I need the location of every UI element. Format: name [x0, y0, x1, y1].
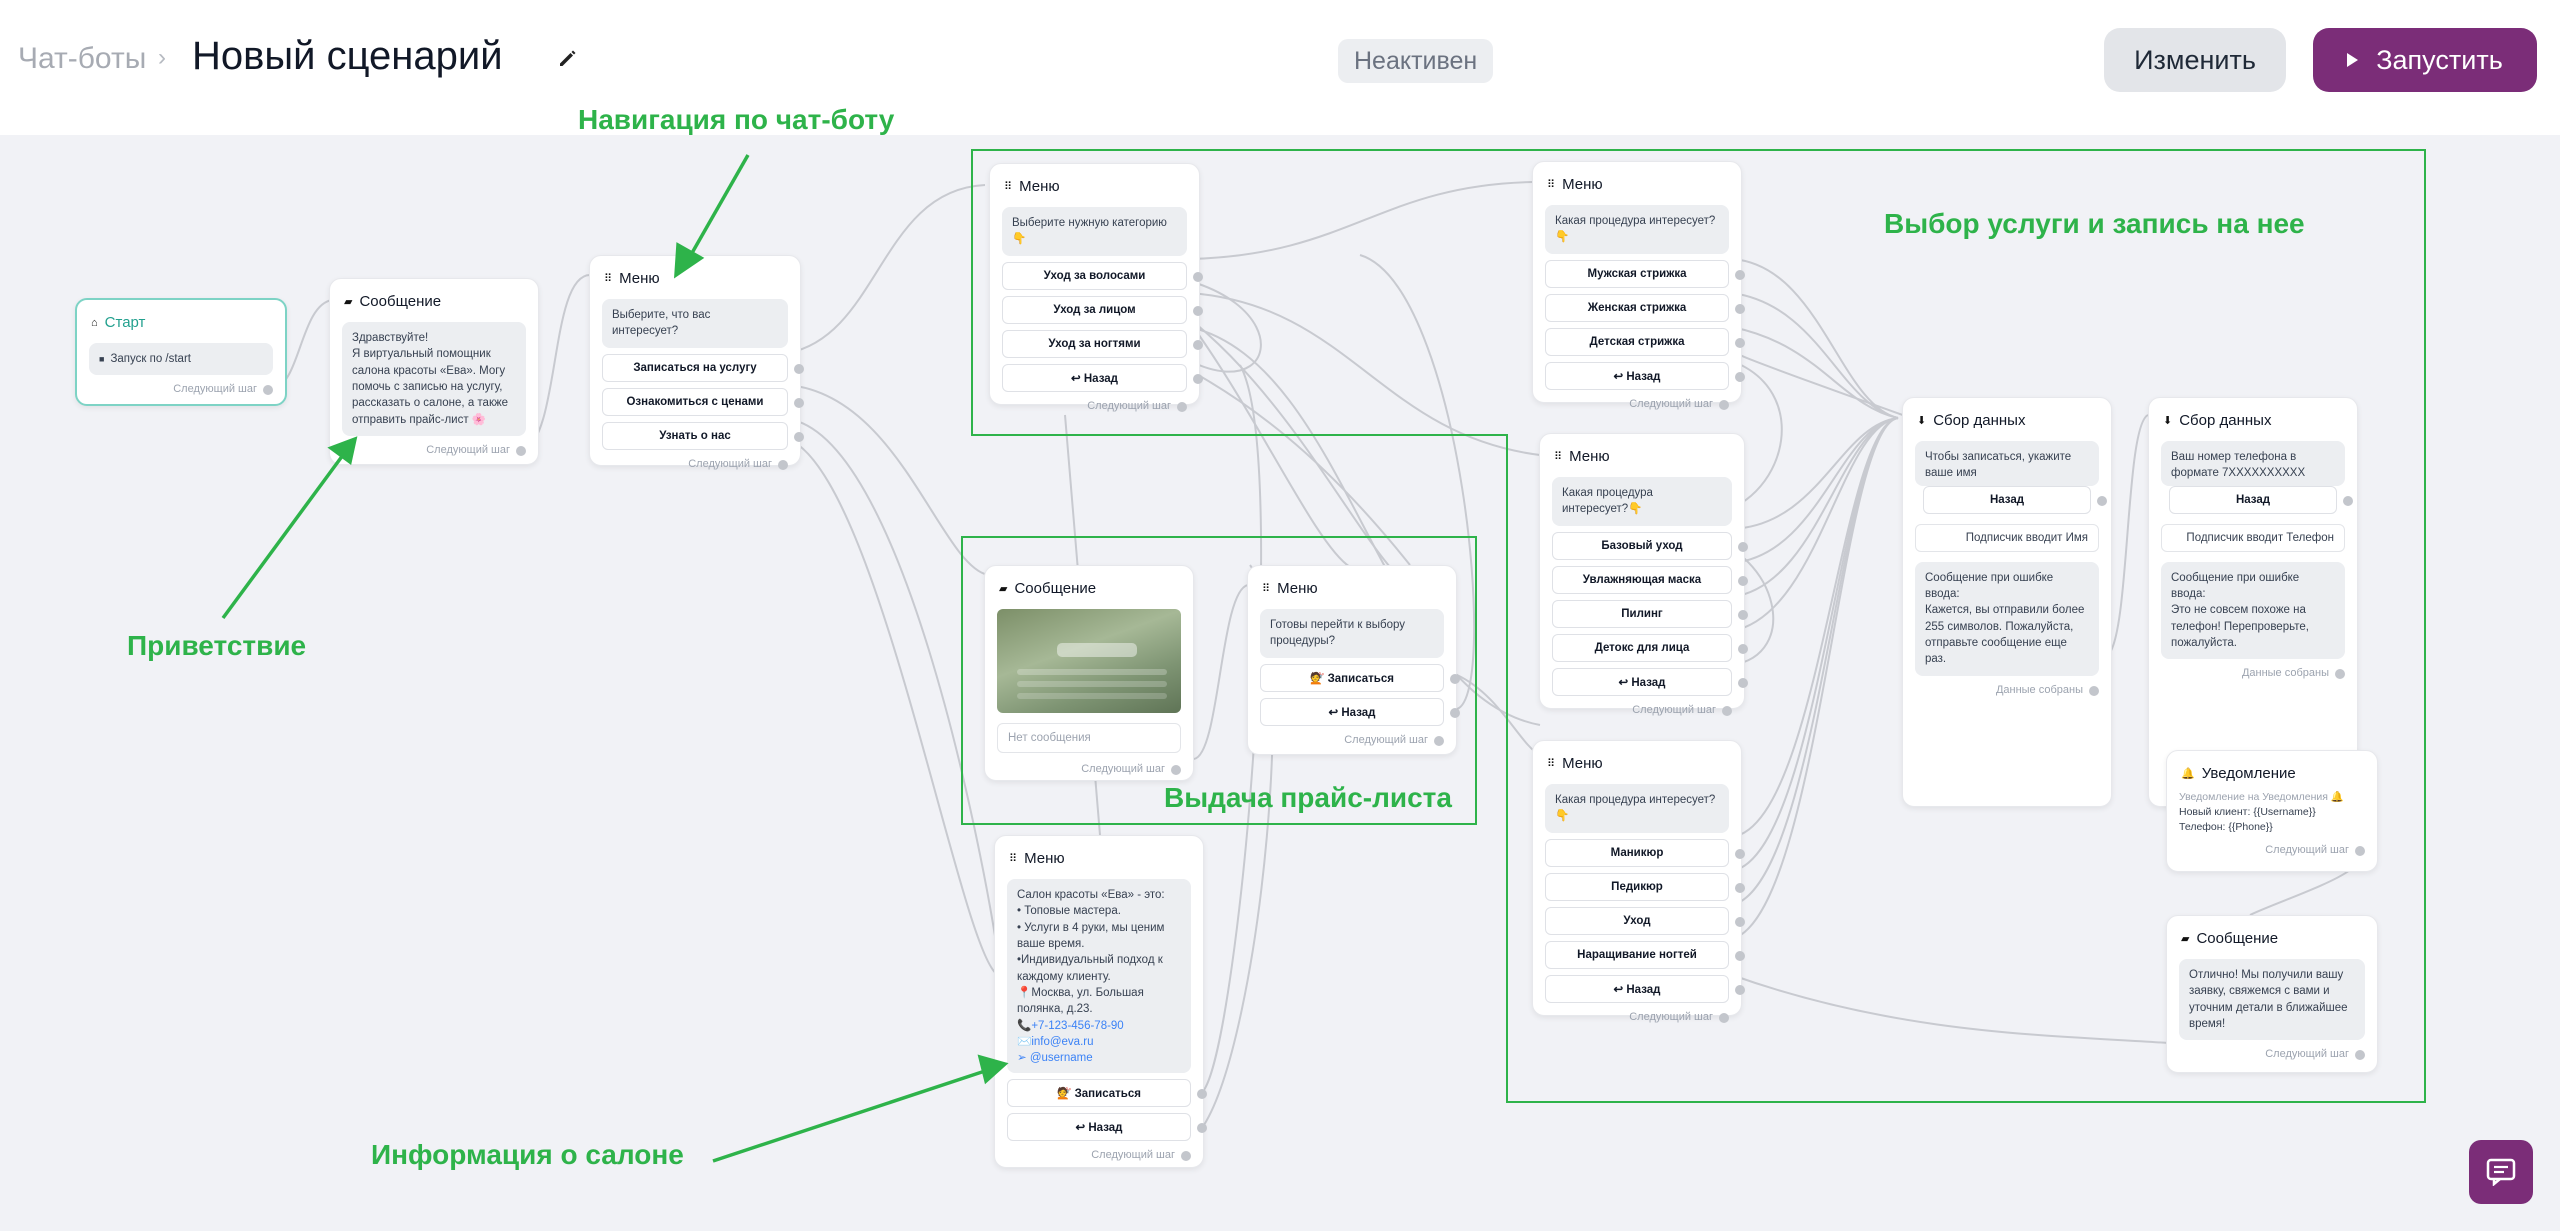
annotation-arrows — [221, 154, 1009, 1163]
arrow-greeting-line — [221, 453, 345, 620]
breadcrumb-chatbots[interactable]: Чат-боты — [18, 42, 146, 76]
run-button[interactable]: Запустить — [2313, 28, 2537, 92]
breadcrumb-separator-icon: › — [158, 44, 166, 71]
arrow-navigation-line — [686, 154, 750, 261]
support-chat-button[interactable] — [2469, 1140, 2533, 1204]
top-bar: Чат-боты › Новый сценарий Неактивен Изме… — [0, 0, 2560, 135]
play-icon — [2347, 53, 2359, 67]
flow-canvas[interactable]: ⌂ Старт ■ Запуск по /start Следующий шаг ▰… — [0, 104, 2560, 1231]
page-title: Новый сценарий — [192, 34, 503, 78]
run-button-label: Запустить — [2376, 44, 2503, 75]
edit-button-label: Изменить — [2134, 44, 2256, 75]
status-badge: Неактивен — [1338, 39, 1494, 83]
pencil-icon[interactable] — [556, 46, 580, 70]
arrow-greeting-head — [327, 436, 358, 466]
edit-button[interactable]: Изменить — [2104, 28, 2286, 92]
arrow-about-head — [977, 1054, 1009, 1085]
arrow-about-line — [712, 1068, 989, 1163]
annotation-navigation: Навигация по чат-боту — [578, 104, 895, 135]
arrow-navigation-head — [674, 242, 705, 279]
chat-icon — [2486, 1158, 2516, 1186]
